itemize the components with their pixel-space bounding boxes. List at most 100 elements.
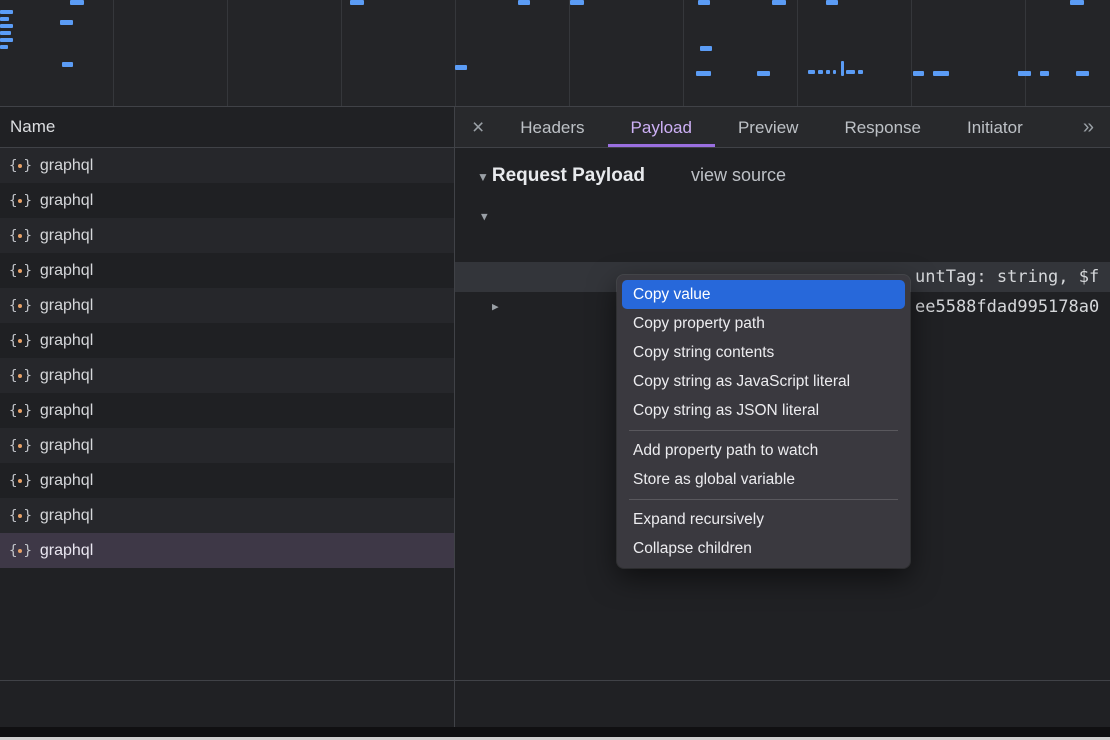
request-payload-header: ▼ Request Payload view source [477, 165, 786, 187]
timeline-bar [350, 0, 364, 5]
timeline-bar [846, 70, 855, 74]
window-bottom-bar [0, 727, 1110, 737]
detail-tab[interactable]: Response [821, 107, 944, 147]
view-source-link[interactable]: view source [691, 165, 786, 186]
network-request-row[interactable]: {} graphql [0, 288, 454, 323]
timeline-bar [1018, 71, 1031, 76]
network-request-row[interactable]: {} graphql [0, 393, 454, 428]
context-menu-item[interactable]: Copy value [622, 280, 905, 309]
request-name: graphql [40, 437, 93, 455]
payload-root-line[interactable]: ▼ {operationName: "ipFlowTimeseries", va… [455, 202, 1110, 232]
context-menu-item[interactable]: Expand recursively [622, 505, 905, 534]
json-brace-close: } [23, 438, 31, 454]
json-brace-open: { [9, 298, 17, 314]
json-brace-close: } [23, 228, 31, 244]
request-name: graphql [40, 507, 93, 525]
context-menu-item[interactable]: Store as global variable [622, 465, 905, 494]
timeline-bar [60, 20, 73, 25]
payload-prop-operationname[interactable]: operationName:"ipFlowTimeseries" [455, 232, 1110, 262]
more-tabs-icon[interactable]: » [1083, 116, 1094, 139]
timeline-bar [570, 0, 584, 5]
json-icon: {} [9, 228, 32, 244]
timeline-bar [0, 24, 13, 28]
network-request-row[interactable]: {} graphql [0, 533, 454, 568]
network-request-row[interactable]: {} graphql [0, 253, 454, 288]
request-payload-title: Request Payload [492, 165, 645, 187]
json-brace-close: } [23, 193, 31, 209]
json-brace-open: { [9, 403, 17, 419]
json-icon-dot [18, 444, 22, 448]
json-icon-dot [18, 234, 22, 238]
context-menu: Copy value Copy property path Copy strin… [617, 275, 910, 568]
json-brace-open: { [9, 228, 17, 244]
json-icon: {} [9, 298, 32, 314]
detail-tabbar: × Headers Payload Preview Response Initi… [455, 107, 1110, 148]
request-name: graphql [40, 262, 93, 280]
name-column-header[interactable]: Name [0, 107, 454, 148]
timeline-bar [0, 10, 13, 14]
json-icon: {} [9, 543, 32, 559]
network-request-row[interactable]: {} graphql [0, 498, 454, 533]
json-brace-close: } [23, 403, 31, 419]
json-icon-dot [18, 304, 22, 308]
request-name: graphql [40, 192, 93, 210]
timeline-bar [933, 71, 949, 76]
timeline-bar [1070, 0, 1084, 5]
request-rows: {} graphql {} graphql {} graphql {} grap… [0, 148, 454, 568]
json-icon-dot [18, 339, 22, 343]
timeline-bar [0, 31, 11, 35]
context-menu-item[interactable]: Copy string as JavaScript literal [622, 367, 905, 396]
collapse-arrow-icon[interactable]: ▼ [481, 202, 488, 232]
context-menu-item[interactable]: Copy string as JSON literal [622, 396, 905, 425]
json-icon-dot [18, 269, 22, 273]
context-menu-item[interactable]: Collapse children [622, 534, 905, 563]
expand-arrow-icon[interactable]: ▶ [492, 292, 499, 322]
timeline-bar [913, 71, 924, 76]
context-menu-item[interactable]: Add property path to watch [622, 436, 905, 465]
context-menu-item[interactable]: Copy property path [622, 309, 905, 338]
json-brace-close: } [23, 368, 31, 384]
timeline-bar [0, 17, 9, 21]
detail-tab[interactable]: Initiator [944, 107, 1046, 147]
network-request-row[interactable]: {} graphql [0, 148, 454, 183]
timeline-bar [0, 45, 8, 49]
timeline-bar [808, 70, 815, 74]
context-menu-item[interactable]: Copy string contents [622, 338, 905, 367]
timeline-bar [757, 71, 770, 76]
json-icon-dot [18, 164, 22, 168]
json-brace-open: { [9, 368, 17, 384]
timeline-bar [826, 0, 838, 5]
json-icon-dot [18, 549, 22, 553]
request-name: graphql [40, 402, 93, 420]
detail-tab[interactable]: Preview [715, 107, 821, 147]
network-request-row[interactable]: {} graphql [0, 358, 454, 393]
network-request-row[interactable]: {} graphql [0, 218, 454, 253]
timeline-overview[interactable] [0, 0, 1110, 107]
detail-tab[interactable]: Headers [497, 107, 607, 147]
json-brace-open: { [9, 193, 17, 209]
footer-divider [0, 680, 1110, 681]
request-name: graphql [40, 297, 93, 315]
network-request-row[interactable]: {} graphql [0, 323, 454, 358]
network-request-row[interactable]: {} graphql [0, 428, 454, 463]
json-icon: {} [9, 473, 32, 489]
json-brace-close: } [23, 508, 31, 524]
timeline-bar [833, 70, 836, 74]
detail-tabs: Headers Payload Preview Response Initiat… [497, 107, 1045, 147]
timeline-bar [0, 38, 13, 42]
network-request-row[interactable]: {} graphql [0, 183, 454, 218]
detail-tab[interactable]: Payload [608, 107, 715, 147]
panel-divider[interactable] [454, 107, 455, 727]
network-request-row[interactable]: {} graphql [0, 463, 454, 498]
timeline-bar [1076, 71, 1089, 76]
context-menu-separator [629, 499, 898, 500]
collapse-triangle-icon[interactable]: ▼ [477, 170, 489, 184]
property-value-continuation: untTag: string, $f [915, 262, 1099, 292]
close-icon[interactable]: × [472, 117, 484, 138]
json-icon: {} [9, 403, 32, 419]
request-name: graphql [40, 472, 93, 490]
json-icon-dot [18, 409, 22, 413]
json-icon: {} [9, 368, 32, 384]
json-icon: {} [9, 508, 32, 524]
context-menu-separator [629, 430, 898, 431]
